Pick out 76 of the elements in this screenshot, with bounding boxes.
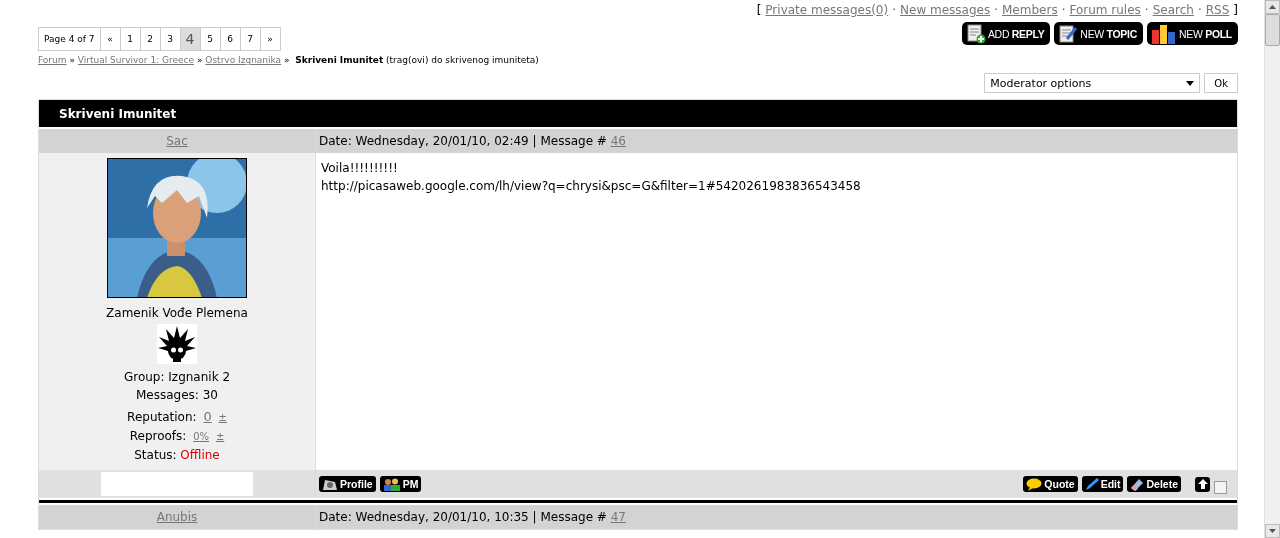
breadcrumb-separator: » (196, 55, 203, 65)
post-date: Date: Wednesday, 20/01/10, 02:49 | Message # (319, 134, 607, 148)
topic-title-bar: Skriveni Imunitet (39, 100, 1237, 127)
breadcrumb-separator: » (284, 55, 290, 65)
reproofs-change-link[interactable]: ± (215, 431, 225, 442)
separator-dot: · (1144, 3, 1149, 17)
message-text: Voila!!!!!!!!!! (321, 160, 399, 177)
new-topic-button[interactable]: NEW TOPIC (1054, 22, 1143, 45)
profile-button[interactable]: Profile (319, 476, 376, 492)
page-link[interactable]: « (100, 28, 121, 50)
scrollbar-thumb[interactable] (1265, 14, 1280, 46)
message-text: http://picasaweb.google.com/lh/view?q=chrysi&psc=G&filter=1#5420261983836543458 (321, 178, 862, 195)
pm-button[interactable]: PM (379, 476, 422, 492)
bar-chart-icon (1150, 23, 1177, 44)
ok-button[interactable]: Ok (1204, 73, 1238, 93)
page-link[interactable]: 6 (220, 28, 241, 50)
separator-dot: · (1197, 3, 1202, 17)
nav-link[interactable]: Private messages(0) (765, 3, 889, 17)
down-triangle-icon (1269, 529, 1276, 533)
dropdown-arrow-icon (1186, 80, 1195, 86)
reproofs-link[interactable]: 0% (193, 431, 210, 442)
scrollbar[interactable] (1264, 0, 1280, 538)
document-plus-icon (965, 23, 986, 44)
speech-bubble-icon (1026, 477, 1043, 491)
delete-button[interactable]: Delete (1127, 476, 1181, 492)
message-count: Messages: 30 (136, 387, 218, 404)
page-link[interactable]: » (260, 28, 280, 50)
page-link[interactable]: 5 (200, 28, 221, 50)
eraser-icon (1130, 477, 1145, 491)
page-count: Page 4 of 7 (39, 28, 101, 50)
scroll-to-top-button[interactable] (1195, 476, 1210, 492)
nav-link[interactable]: Members (1002, 3, 1058, 17)
page-link[interactable]: 1 (120, 28, 141, 50)
add-reply-button[interactable]: ADD REPLY (961, 22, 1051, 45)
reproofs-label: Reproofs: (129, 429, 187, 443)
nav-link[interactable]: Search (1152, 3, 1194, 17)
current-topic: Skriveni Imunitet (295, 55, 384, 65)
document-pen-icon (1058, 23, 1079, 44)
breadcrumb-link[interactable]: Ostrvo Izgnanika (205, 55, 282, 65)
camera-icon (322, 477, 338, 491)
reputation-label: Reputation: (127, 410, 197, 424)
post-date: Date: Wednesday, 20/01/10, 10:35 | Message # (319, 510, 607, 524)
select-checkbox[interactable] (1214, 480, 1227, 494)
bracket-text: [ (756, 3, 762, 17)
breadcrumb-link[interactable]: Forum (38, 55, 67, 65)
bracket-text: ] (1233, 3, 1238, 17)
page-link[interactable]: 4 (180, 28, 201, 50)
page-link[interactable]: 2 (140, 28, 161, 50)
nav-link[interactable]: New messages (900, 3, 991, 17)
status-label: Status: (134, 448, 177, 462)
nav-link[interactable]: RSS (1205, 3, 1230, 17)
up-triangle-icon (1269, 5, 1276, 9)
skull-icon (157, 324, 197, 364)
pencil-icon (1084, 477, 1099, 491)
separator-dot: · (994, 3, 998, 17)
people-icon (382, 477, 401, 491)
breadcrumb-separator: » (69, 55, 75, 65)
breadcrumb-link[interactable]: Virtual Survivor 1: Greece (77, 55, 195, 65)
reputation-change-link[interactable]: ± (218, 412, 227, 423)
moderator-select[interactable]: Moderator options (984, 73, 1201, 93)
page-link[interactable]: 3 (160, 28, 181, 50)
page-link[interactable]: 7 (240, 28, 261, 50)
user-status: Offline (180, 448, 220, 462)
nav-link[interactable]: Forum rules (1069, 3, 1141, 17)
new-poll-button[interactable]: NEW POLL (1146, 22, 1238, 45)
quote-button[interactable]: Quote (1023, 476, 1078, 492)
separator-dot: · (1061, 3, 1066, 17)
scroll-down-button[interactable] (1265, 524, 1280, 538)
separator-dot: · (892, 3, 896, 17)
edit-button[interactable]: Edit (1081, 476, 1124, 492)
reputation-link[interactable]: 0 (203, 409, 212, 424)
user-rank: Zamenik Vođe Plemena (106, 305, 248, 322)
scroll-up-button[interactable] (1265, 0, 1280, 14)
user-group: Group: Izgnanik 2 (123, 368, 231, 386)
topic-description: (trag(ovi) do skrivenog imuniteta) (386, 55, 539, 65)
up-arrow-icon (1197, 479, 1208, 489)
